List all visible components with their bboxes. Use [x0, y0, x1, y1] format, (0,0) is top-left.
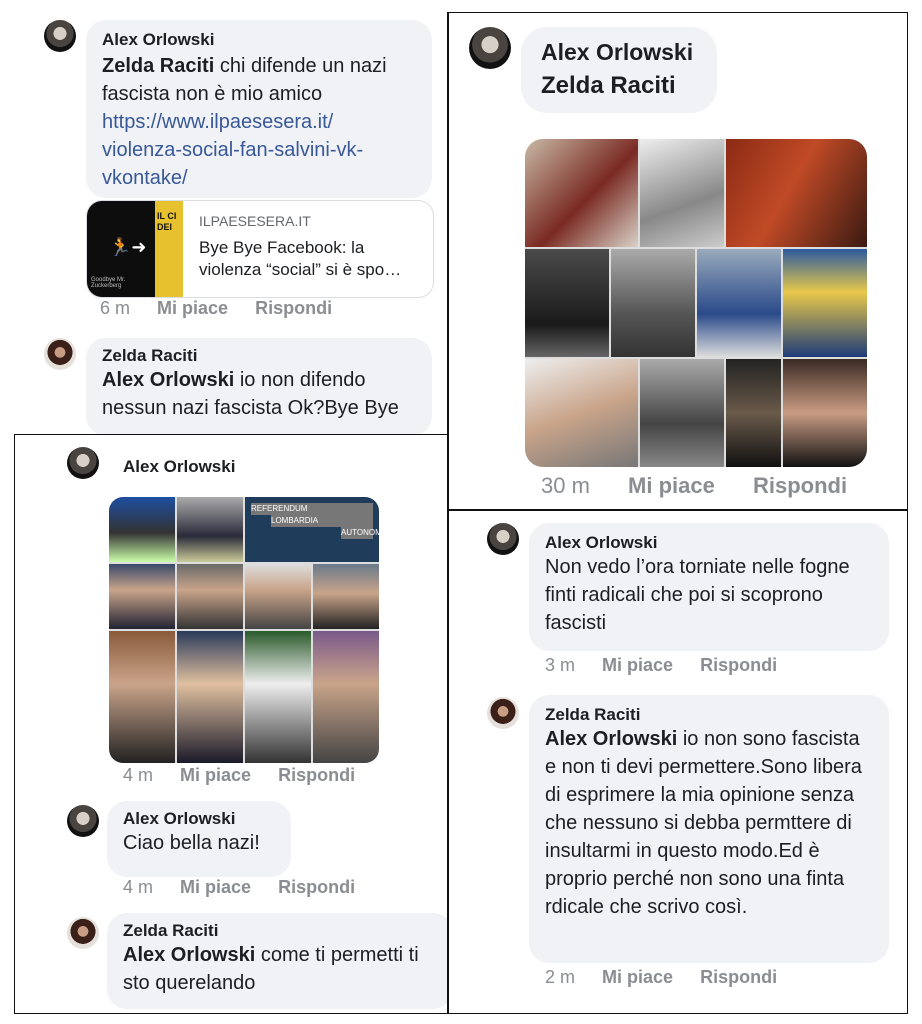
collage-photo	[525, 139, 638, 247]
comment-bubble: Zelda Raciti Alex Orlowski io non sono f…	[529, 695, 889, 963]
comment-time[interactable]: 3 m	[545, 655, 575, 675]
avatar[interactable]	[469, 27, 511, 69]
like-button[interactable]: Mi piace	[180, 765, 251, 785]
collage-photo	[177, 631, 243, 763]
banner-text: REFERENDUM	[251, 503, 373, 515]
comment-body: Ciao bella nazi!	[123, 832, 260, 854]
avatar[interactable]	[44, 20, 76, 52]
reply-button[interactable]: Rispondi	[255, 298, 332, 318]
avatar[interactable]	[487, 523, 519, 555]
collage-photo	[313, 631, 379, 763]
comment-author[interactable]: Alex Orlowski	[123, 457, 235, 477]
comment-body: Non vedo l’ora torniate nelle fogne fint…	[545, 556, 850, 634]
collage-photo	[177, 497, 243, 562]
comment-author[interactable]: Zelda Raciti	[123, 921, 437, 941]
comment-author[interactable]: Zelda Raciti	[102, 346, 416, 366]
collage-photo	[697, 249, 781, 357]
like-button[interactable]: Mi piace	[180, 877, 251, 897]
avatar[interactable]	[67, 805, 99, 837]
collage-photo	[177, 564, 243, 629]
comment-author[interactable]: Alex Orlowski	[545, 533, 873, 553]
avatar[interactable]	[67, 917, 99, 949]
comment-bubble: Alex Orlowski Zelda Raciti chi difende u…	[86, 20, 432, 198]
comment-bubble: Zelda Raciti Alex Orlowski io non difend…	[86, 338, 432, 436]
banner-text: LOMBARDIA	[271, 515, 373, 527]
comment-panel-2: Alex Orlowski Zelda Raciti 30 m Mi piace…	[448, 12, 908, 510]
photo-collage[interactable]: REFERENDUM LOMBARDIA AUTONOMIA	[109, 497, 379, 763]
comment-time[interactable]: 2 m	[545, 967, 575, 987]
running-exit-icon: 🏃➜	[109, 237, 147, 257]
mention-tag[interactable]: Alex Orlowski	[102, 369, 234, 391]
like-button[interactable]: Mi piace	[628, 473, 715, 498]
comment-bubble: Zelda Raciti Alex Orlowski come ti perme…	[107, 913, 447, 1009]
comment-time[interactable]: 30 m	[541, 473, 590, 498]
comment-time[interactable]: 4 m	[123, 877, 153, 897]
reply-button[interactable]: Rispondi	[700, 655, 777, 675]
collage-photo	[109, 497, 175, 562]
collage-photo	[245, 564, 311, 629]
thumbnail-small-text: Goodbye Mr. Zuckerberg	[91, 277, 126, 289]
thumbnail-caption: IL CI DEI	[157, 211, 177, 232]
collage-photo	[525, 249, 609, 357]
comment-text: Zelda Raciti chi difende un nazi fascist…	[102, 52, 416, 192]
comment-author[interactable]: Alex Orlowski	[123, 809, 275, 829]
article-link[interactable]: https://www.ilpaesesera.it/ violenza-soc…	[102, 111, 363, 189]
collage-photo	[611, 249, 695, 357]
collage-photo: REFERENDUM LOMBARDIA AUTONOMIA	[245, 497, 379, 562]
collage-photo	[109, 564, 175, 629]
collage-photo	[109, 631, 175, 763]
reply-button[interactable]: Rispondi	[700, 967, 777, 987]
collage-photo	[639, 139, 724, 247]
collage-photo	[725, 139, 867, 247]
link-preview-title: Bye Bye Facebook: la violenza “social” s…	[199, 238, 402, 279]
comment-text: Alex Orlowski io non difendo nessun nazi…	[102, 366, 416, 422]
like-button[interactable]: Mi piace	[157, 298, 228, 318]
comment-actions: 4 m Mi piace Rispondi	[123, 877, 377, 898]
collage-photo	[783, 249, 867, 357]
mention-tag[interactable]: Zelda Raciti	[102, 55, 214, 77]
comment-text: Alex Orlowski come ti permetti ti sto qu…	[123, 941, 437, 997]
comment-actions: 30 m Mi piace Rispondi	[541, 473, 869, 499]
comment-actions: 6 m Mi piace Rispondi	[100, 298, 354, 319]
collage-photo	[783, 359, 867, 467]
mention-tag[interactable]: Alex Orlowski	[545, 728, 677, 750]
avatar[interactable]	[487, 697, 519, 729]
comment-time[interactable]: 4 m	[123, 765, 153, 785]
comment-body: io non sono fascista e non ti devi perme…	[545, 728, 862, 918]
mention-tag[interactable]: Alex Orlowski	[123, 944, 255, 966]
link-preview-site: ILPAESESERA.IT	[199, 213, 311, 229]
photo-collage[interactable]	[525, 139, 867, 467]
collage-photo	[525, 359, 638, 467]
like-button[interactable]: Mi piace	[602, 967, 673, 987]
avatar[interactable]	[67, 447, 99, 479]
collage-photo	[245, 631, 311, 763]
banner-text: AUTONOMIA	[341, 527, 379, 539]
avatar[interactable]	[44, 338, 76, 370]
comment-author[interactable]: Alex Orlowski	[102, 30, 416, 50]
comment-author[interactable]: Zelda Raciti	[545, 705, 873, 725]
comment-time[interactable]: 6 m	[100, 298, 130, 318]
collage-photo	[313, 564, 379, 629]
reply-button[interactable]: Rispondi	[278, 765, 355, 785]
comment-panel-4: Alex Orlowski Non vedo l’ora torniate ne…	[448, 510, 908, 1014]
mention-tag[interactable]: Zelda Raciti	[541, 72, 697, 100]
comment-author[interactable]: Alex Orlowski	[541, 39, 697, 66]
collage-photo	[725, 359, 781, 467]
comment-bubble: Alex Orlowski Non vedo l’ora torniate ne…	[529, 523, 889, 651]
reply-button[interactable]: Rispondi	[278, 877, 355, 897]
comment-actions: 2 m Mi piace Rispondi	[545, 967, 799, 988]
like-button[interactable]: Mi piace	[602, 655, 673, 675]
comment-actions: 4 m Mi piace Rispondi	[123, 765, 377, 786]
comment-bubble: Alex Orlowski Zelda Raciti	[521, 27, 717, 113]
link-preview-thumbnail: IL CI DEI 🏃➜ Goodbye Mr. Zuckerberg	[87, 201, 183, 297]
collage-photo	[639, 359, 724, 467]
comment-text: Alex Orlowski io non sono fascista e non…	[545, 725, 873, 921]
comment-bubble: Alex Orlowski Ciao bella nazi!	[107, 801, 291, 877]
comment-panel-1: Alex Orlowski Zelda Raciti chi difende u…	[14, 12, 448, 438]
link-preview-card[interactable]: IL CI DEI 🏃➜ Goodbye Mr. Zuckerberg ILPA…	[86, 200, 434, 298]
comment-panel-3: Alex Orlowski REFERENDUM LOMBARDIA AUTON…	[14, 434, 448, 1014]
reply-button[interactable]: Rispondi	[753, 473, 847, 498]
comment-actions: 3 m Mi piace Rispondi	[545, 655, 799, 676]
